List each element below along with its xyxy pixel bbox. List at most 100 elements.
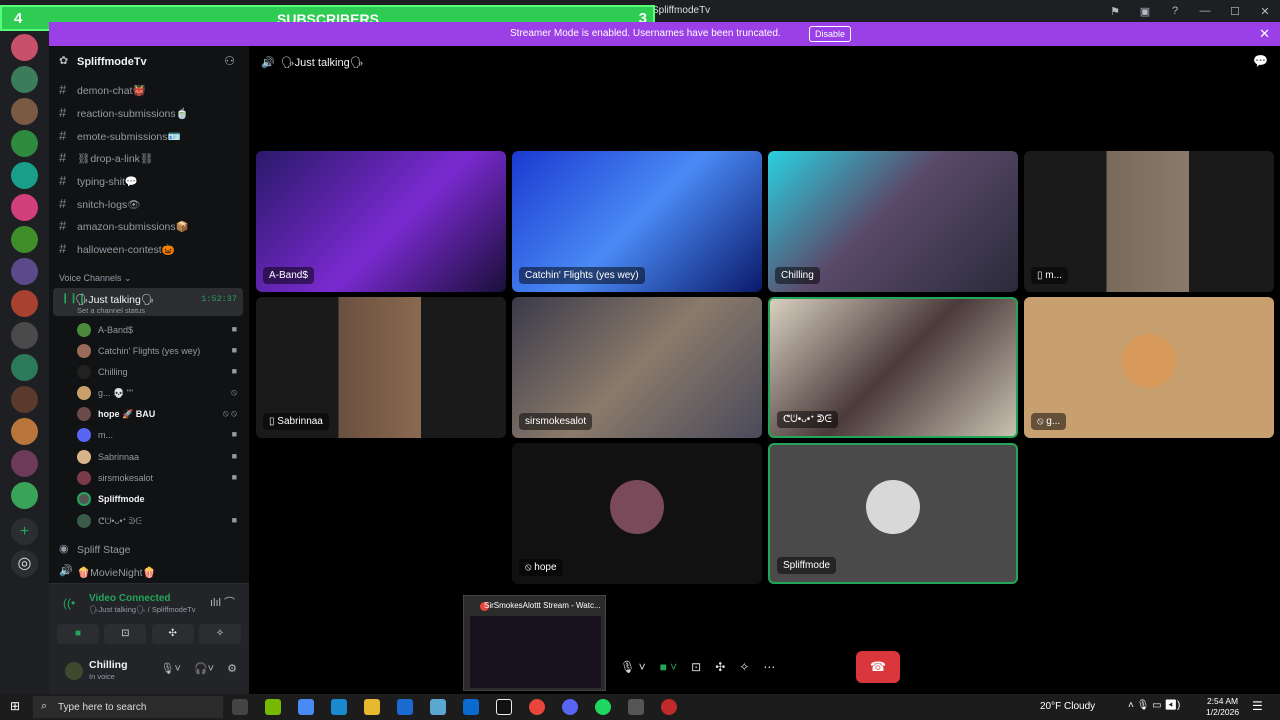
video-tile[interactable]: Spliffmode — [768, 443, 1018, 584]
video-tile[interactable]: ᕦᕫ•ᴗ•ᕀ ᕲᕮ — [768, 297, 1018, 438]
discover-icon[interactable]: ◎ — [11, 550, 38, 577]
channel-item[interactable]: # halloween-contest🎃 — [57, 238, 243, 258]
voice-user[interactable]: ᕦᕫ•ᴗ•ᕀ ᕲᕮ ■ — [77, 511, 243, 531]
channel-item[interactable]: # amazon-submissions📦 — [57, 215, 243, 235]
maximize-button[interactable]: ☐ — [1220, 5, 1250, 18]
activities-icon[interactable]: ✣ — [715, 660, 725, 674]
voice-user[interactable]: A-Band$ ■ — [77, 320, 243, 340]
soundboard-button[interactable]: ✧ — [198, 624, 241, 644]
video-tile[interactable]: Catchin' Flights (yes wey) — [512, 151, 762, 292]
server-icon[interactable] — [11, 386, 38, 413]
channel-item[interactable]: # reaction-submissions🍵 — [57, 102, 243, 122]
disconnect-icon[interactable]: ılıl ⌒ — [210, 594, 235, 610]
video-tile[interactable]: ⦸ g... — [1024, 297, 1274, 438]
server-icon[interactable] — [11, 482, 38, 509]
avatar — [77, 323, 91, 337]
voice-channels-header[interactable]: Voice Channels ⌄ — [59, 273, 132, 284]
server-icon[interactable] — [11, 450, 38, 477]
user-controls[interactable]: 🎙˅ 🎧˅ ⚙ — [161, 662, 237, 675]
folder-icon[interactable] — [364, 699, 380, 715]
windows-start-icon[interactable]: ⊞ — [10, 699, 20, 713]
server-icon[interactable] — [11, 354, 38, 381]
video-tile[interactable]: ⦸ hope — [512, 443, 762, 584]
voice-user[interactable]: hope 🚀 BAU ⦸ ⦸ — [77, 404, 243, 424]
nvidia-icon[interactable] — [265, 699, 281, 715]
avatar — [77, 386, 91, 400]
channel-item[interactable]: # snitch-logs👁 — [57, 193, 243, 213]
task-view-icon[interactable] — [232, 699, 248, 715]
server-icon[interactable] — [11, 226, 38, 253]
server-icon[interactable] — [11, 290, 38, 317]
activities-button[interactable]: ✣ — [151, 624, 194, 644]
edge-icon[interactable] — [331, 699, 347, 715]
channel-item[interactable]: # emote-submissions🪪 — [57, 125, 243, 145]
server-icon[interactable] — [11, 34, 38, 61]
channel-item[interactable]: # typing-shit💬 — [57, 170, 243, 190]
disconnect-button[interactable]: ☎ — [856, 651, 900, 683]
server-icon[interactable] — [11, 194, 38, 221]
add-server-icon[interactable]: + — [11, 518, 38, 545]
chrome-icon[interactable] — [529, 699, 545, 715]
voice-user[interactable]: Catchin' Flights (yes wey) ■ — [77, 341, 243, 361]
channel-status[interactable]: Set a channel status — [77, 306, 145, 315]
more-icon[interactable]: ⋯ — [763, 660, 775, 674]
clock[interactable]: 2:54 AM 1/2/2026 — [1206, 696, 1239, 718]
mic-icon[interactable]: 🎙 ˅ — [620, 660, 646, 674]
server-icon[interactable] — [11, 98, 38, 125]
copilot-icon[interactable] — [298, 699, 314, 715]
video-tile[interactable]: A-Band$ — [256, 151, 506, 292]
app-icon[interactable] — [430, 699, 446, 715]
server-icon[interactable] — [11, 130, 38, 157]
close-window-button[interactable]: ✕ — [1250, 5, 1280, 18]
minimize-button[interactable]: — — [1190, 5, 1220, 17]
voice-user[interactable]: Spliffmode — [77, 489, 243, 509]
outlook-icon[interactable] — [463, 699, 479, 715]
camera-toggle-button[interactable]: ■ — [57, 624, 99, 644]
taskbar-search[interactable]: ⌕ Type here to search — [33, 696, 223, 718]
voice-channel-active[interactable]: ❙❙❙ 🗣Just talking🗣 Set a channel status … — [53, 288, 243, 316]
spotify-icon[interactable] — [595, 699, 611, 715]
channel-item[interactable]: # ⛓drop-a-link⛓ — [57, 147, 243, 167]
help-icon[interactable]: ? — [1160, 5, 1190, 17]
voice-user[interactable]: m... ■ — [77, 425, 243, 445]
video-tile[interactable]: ▯ m... — [1024, 151, 1274, 292]
video-tile[interactable]: Chilling — [768, 151, 1018, 292]
tile-label: ⦸ g... — [1031, 413, 1067, 430]
voice-user[interactable]: g... 💀 "" ⦸ — [77, 383, 243, 403]
inbox-icon[interactable]: ⚑ — [1100, 5, 1130, 18]
avatar[interactable] — [65, 662, 83, 680]
chat-icon[interactable]: 💬 — [1253, 54, 1268, 68]
app-icon[interactable] — [661, 699, 677, 715]
voice-user[interactable]: Chilling ■ — [77, 362, 243, 382]
weather[interactable]: 20°F Cloudy — [1040, 701, 1095, 712]
video-tile[interactable]: sirsmokesalot — [512, 297, 762, 438]
voice-user[interactable]: sirsmokesalot ■ — [77, 468, 243, 488]
server-icon[interactable] — [11, 162, 38, 189]
server-icon[interactable] — [11, 66, 38, 93]
soundboard-icon[interactable]: ✧ — [739, 660, 749, 674]
server-icon[interactable] — [11, 322, 38, 349]
server-icon[interactable] — [11, 258, 38, 285]
screen-share-icon[interactable]: ⊡ — [691, 660, 701, 674]
channel-item[interactable]: # demon-chat👹 — [57, 79, 243, 99]
tray-icons[interactable]: ˄ 🎙 ▭ ◀) — [1128, 700, 1180, 711]
stage-channel[interactable]: ◉ Spliff Stage — [57, 539, 243, 559]
settings-icon[interactable] — [628, 699, 644, 715]
voice-user[interactable]: Sabrinnaa ■ — [77, 447, 243, 467]
connection-sub[interactable]: 🗣Just talking🗣 / SpliffmodeTv — [89, 605, 195, 614]
invite-icon[interactable]: ⚇ — [224, 54, 235, 68]
store-icon[interactable] — [397, 699, 413, 715]
server-header[interactable]: ✿ SpliffmodeTv ⚇ — [49, 46, 249, 78]
discord-icon[interactable] — [562, 699, 578, 715]
video-tile[interactable]: ▯ Sabrinnaa — [256, 297, 506, 438]
disable-button[interactable]: Disable — [809, 26, 852, 42]
camera-icon[interactable]: ■ ˅ — [660, 660, 678, 674]
screen-icon[interactable]: ▣ — [1130, 5, 1160, 18]
tiktok-icon[interactable] — [496, 699, 512, 715]
taskbar-preview[interactable]: SirSmokesAlottt Stream - Watc... — [463, 595, 606, 691]
notifications-icon[interactable]: ☰ — [1252, 699, 1263, 713]
close-icon[interactable]: ✕ — [1259, 26, 1270, 42]
server-icon[interactable] — [11, 418, 38, 445]
voice-channel[interactable]: 🔊 🍿MovieNight🍿 — [57, 561, 243, 581]
screen-share-button[interactable]: ⊡ — [104, 624, 147, 644]
